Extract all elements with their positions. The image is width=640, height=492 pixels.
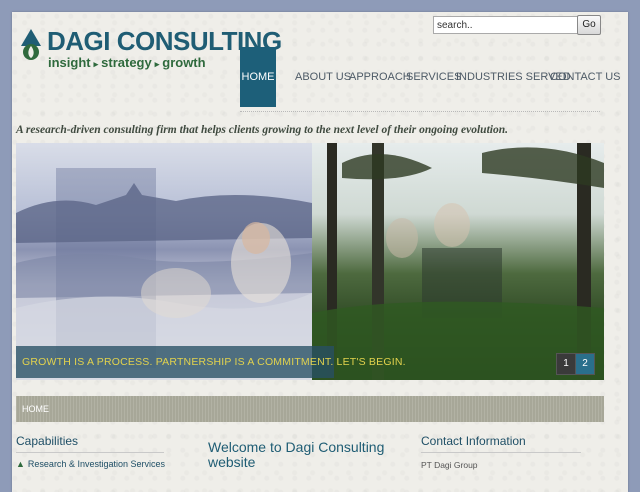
search-go-button[interactable]: Go [577, 15, 601, 35]
nav-about-us[interactable]: ABOUT US [295, 47, 351, 107]
tagline-word-growth: growth [162, 55, 206, 70]
contact-divider [421, 452, 581, 453]
hero-image-temple-landscape [16, 143, 312, 380]
slider-page-1[interactable]: 1 [556, 353, 576, 375]
temple-silhouette-image [16, 168, 312, 380]
welcome-heading: Welcome to Dagi Consulting website [208, 439, 385, 470]
hero-image-forest [312, 143, 604, 380]
nav-contact-us[interactable]: CONTACT US [550, 47, 621, 107]
breadcrumb-home[interactable]: HOME [22, 404, 49, 414]
nav-divider [240, 111, 600, 114]
slider-caption-text: GROWTH IS A PROCESS. PARTNERSHIP IS A CO… [22, 356, 406, 368]
contact-title: Contact Information [421, 434, 526, 448]
leaf-bullet-icon: ▲ [16, 459, 25, 469]
site-tagline: A research-driven consulting firm that h… [16, 124, 508, 136]
forest-trees-image [312, 143, 604, 380]
capabilities-title: Capabilities [16, 434, 79, 448]
nav-home[interactable]: HOME [240, 47, 276, 107]
separator-icon: ▸ [154, 59, 160, 69]
nav-approach[interactable]: APPROACH [349, 47, 411, 107]
tagline-word-insight: insight [48, 55, 91, 70]
logo-tagline: insight ▸ strategy ▸ growth [48, 55, 206, 70]
contact-company-name: PT Dagi Group [421, 460, 478, 470]
nav-services[interactable]: SERVICES [406, 47, 461, 107]
capabilities-divider [16, 452, 164, 453]
leaf-drop-icon [21, 29, 41, 60]
site-logo[interactable]: DAGI CONSULTING insight ▸ strategy ▸ growth [18, 26, 282, 86]
breadcrumb: HOME [16, 396, 604, 422]
separator-icon: ▸ [93, 59, 99, 69]
tagline-word-strategy: strategy [101, 55, 152, 70]
search-form: Go [433, 15, 601, 35]
capability-item[interactable]: ▲ Research & Investigation Services [16, 459, 165, 469]
slider-page-2[interactable]: 2 [575, 353, 595, 375]
hero-slider[interactable]: GROWTH IS A PROCESS. PARTNERSHIP IS A CO… [16, 143, 604, 380]
capability-label: Research & Investigation Services [27, 459, 165, 469]
slider-caption: GROWTH IS A PROCESS. PARTNERSHIP IS A CO… [16, 346, 406, 378]
search-input[interactable] [433, 16, 579, 34]
